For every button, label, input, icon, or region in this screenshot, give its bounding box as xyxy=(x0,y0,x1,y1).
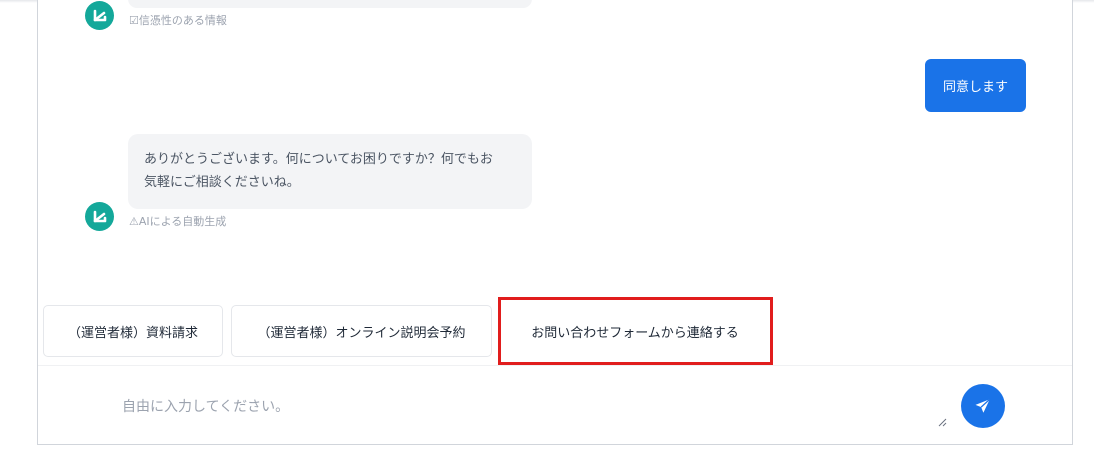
quick-reply-document-request[interactable]: （運営者様）資料請求 xyxy=(43,305,223,357)
bot-message-line-2: 気軽にご相談くださいね。 xyxy=(144,175,300,190)
previous-bot-bubble xyxy=(128,0,532,8)
user-message-bubble: 同意します xyxy=(925,59,1026,112)
quick-reply-label: （運営者様）オンライン説明会予約 xyxy=(257,325,466,341)
bot-message-line-1: ありがとうございます。何についてお困りですか？何でもお xyxy=(144,152,493,167)
quick-reply-online-briefing[interactable]: （運営者様）オンライン説明会予約 xyxy=(231,305,492,357)
composer-divider xyxy=(38,365,1072,366)
bot-logo-icon xyxy=(93,9,106,21)
resize-grip-icon[interactable] xyxy=(938,418,947,427)
ai-generated-note: ⚠AIによる自動生成 xyxy=(129,215,227,228)
info-reliability-note: ☑信憑性のある情報 xyxy=(129,14,227,27)
bot-avatar xyxy=(85,1,114,30)
send-button[interactable] xyxy=(961,384,1005,428)
quick-reply-label: （運営者様）資料請求 xyxy=(67,325,198,341)
paper-plane-icon xyxy=(975,398,991,413)
quick-reply-contact-form[interactable]: お問い合わせフォームから連絡する xyxy=(501,305,769,357)
user-message-text: 同意します xyxy=(942,80,1008,95)
message-input[interactable] xyxy=(110,384,948,428)
quick-reply-label: お問い合わせフォームから連絡する xyxy=(531,325,739,341)
bot-avatar xyxy=(85,202,114,231)
bot-logo-icon xyxy=(93,210,106,222)
bot-message-bubble: ありがとうございます。何についてお困りですか？何でもお 気軽にご相談くださいね。 xyxy=(128,134,532,209)
